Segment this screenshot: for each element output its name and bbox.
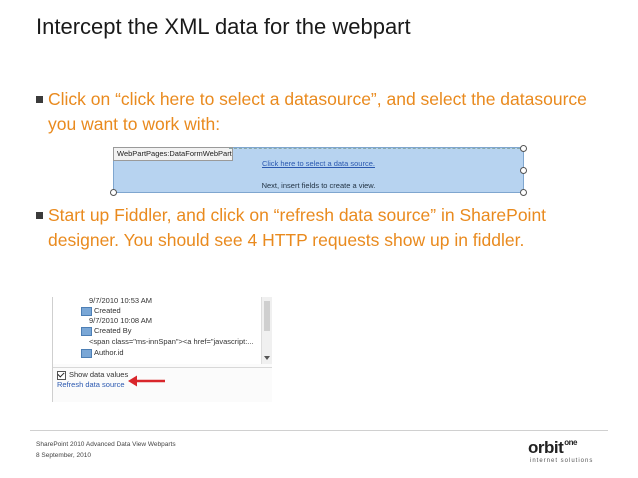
bullet-2: Start up Fiddler, and click on “refresh … — [36, 203, 606, 253]
footer: SharePoint 2010 Advanced Data View Webpa… — [36, 439, 176, 461]
tree-item-label: Created By — [94, 326, 132, 335]
pointer-arrow-icon — [128, 375, 165, 387]
footer-date: 8 September, 2010 — [36, 452, 91, 459]
tree-row-value: <span class="ms-innSpan"><a href="javasc… — [89, 337, 254, 346]
logo-word-suffix: one — [564, 438, 578, 447]
bullet-square-icon — [36, 96, 43, 103]
data-source-tree: 9/7/2010 10:53 AM Created 9/7/2010 10:08… — [53, 297, 261, 364]
tree-scrollbar[interactable] — [261, 297, 272, 364]
resize-handle[interactable] — [520, 167, 527, 174]
show-data-values-label: Show data values — [69, 370, 129, 379]
logo-wordmark: orbitone — [528, 438, 578, 458]
logo-tagline: internet solutions — [530, 458, 594, 464]
field-icon — [81, 306, 92, 316]
bullet-1-text: Click on “click here to select a datasou… — [48, 89, 587, 134]
refresh-data-source-link[interactable]: Refresh data source — [57, 380, 125, 389]
checkbox-checked-icon[interactable] — [57, 370, 66, 380]
tree-item-label: Author.id — [94, 348, 124, 357]
resize-handle[interactable] — [110, 189, 117, 196]
field-icon — [81, 326, 92, 336]
resize-handle[interactable] — [520, 189, 527, 196]
tree-item-created-by[interactable]: Created By — [81, 326, 132, 336]
webpart-border — [229, 148, 525, 149]
bullet-2-text: Start up Fiddler, and click on “refresh … — [48, 205, 547, 250]
tree-row-value: 9/7/2010 10:53 AM — [89, 297, 152, 305]
resize-handle[interactable] — [520, 145, 527, 152]
tree-item-created[interactable]: Created — [81, 306, 121, 316]
logo-word: orbit — [528, 438, 564, 457]
tree-item-author-id[interactable]: Author.id — [81, 348, 124, 358]
show-data-values-toggle[interactable]: Show data values — [57, 370, 128, 380]
footer-title: SharePoint 2010 Advanced Data View Webpa… — [36, 441, 176, 448]
select-datasource-link[interactable]: Click here to select a data source. — [114, 159, 523, 168]
webpart-preview: WebPartPages:DataFormWebPart Click here … — [110, 145, 527, 196]
scroll-down-icon[interactable] — [264, 356, 270, 360]
footer-divider — [30, 430, 608, 431]
bullet-square-icon — [36, 212, 43, 219]
tree-item-label: Created — [94, 306, 121, 315]
orbit-one-logo: orbitone internet solutions — [528, 438, 604, 466]
field-icon — [81, 348, 92, 358]
slide-title: Intercept the XML data for the webpart — [36, 14, 411, 39]
scrollbar-thumb[interactable] — [264, 301, 270, 331]
insert-fields-hint: Next, insert fields to create a view. — [261, 181, 376, 190]
panel-divider — [53, 367, 272, 368]
bullet-1: Click on “click here to select a datasou… — [36, 87, 606, 137]
tree-row-value: 9/7/2010 10:08 AM — [89, 316, 152, 325]
